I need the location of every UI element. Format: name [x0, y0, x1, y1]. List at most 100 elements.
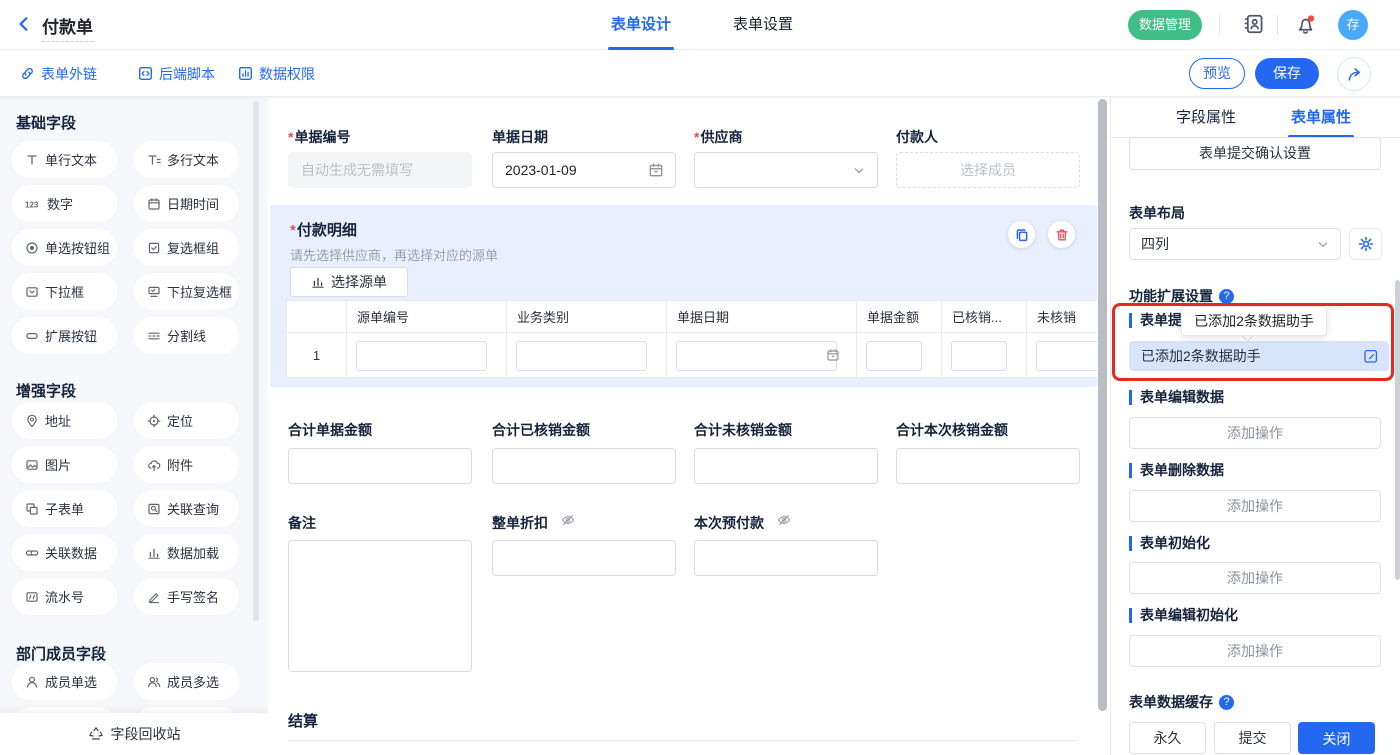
add-action-button-edit[interactable]: 添加操作 [1129, 417, 1381, 449]
doc-date-input[interactable] [492, 152, 676, 188]
field-type-member-multi[interactable]: 成员多选 [134, 663, 239, 700]
tab-form-properties[interactable]: 表单属性 [1266, 97, 1376, 138]
add-action-button-edit-init[interactable]: 添加操作 [1129, 635, 1381, 667]
eye-off-icon [561, 513, 575, 527]
back-icon[interactable] [16, 15, 32, 33]
field-type-geolocation[interactable]: 定位 [134, 402, 239, 439]
address-book-icon[interactable] [1243, 13, 1265, 35]
field-type-subform[interactable]: 子表单 [12, 490, 117, 527]
help-icon[interactable]: ? [1219, 695, 1234, 710]
not-written-off-input[interactable] [1036, 341, 1097, 371]
add-action-button-delete[interactable]: 添加操作 [1129, 490, 1381, 522]
field-type-data-load[interactable]: 数据加载 [134, 534, 239, 571]
checkbox-icon [147, 241, 161, 255]
edit-icon[interactable] [1363, 348, 1379, 364]
field-type-number[interactable]: 123数字 [12, 185, 117, 222]
tab-form-design[interactable]: 表单设计 [596, 0, 686, 50]
col-header-biz-type: 业务类别 [507, 301, 667, 332]
col-header-not-written-off: 未核销 [1027, 301, 1097, 332]
preview-button[interactable]: 预览 [1189, 58, 1245, 89]
sidebar-scrollbar[interactable] [253, 101, 259, 621]
doc-number-input[interactable] [288, 152, 472, 188]
data-assistant-row[interactable]: 已添加2条数据助手 [1129, 341, 1389, 371]
panel-scrollbar[interactable] [1395, 280, 1400, 580]
pill-label: 成员多选 [167, 672, 219, 691]
save-button[interactable]: 保存 [1255, 58, 1319, 89]
layout-settings-button[interactable] [1349, 228, 1382, 260]
source-no-input[interactable] [356, 341, 487, 371]
field-type-lookup[interactable]: 关联查询 [134, 490, 239, 527]
submit-confirm-settings-button[interactable]: 表单提交确认设置 [1129, 137, 1381, 170]
field-type-multi-line-text[interactable]: 多行文本 [134, 141, 239, 178]
form-data-cache-title: 表单数据缓存 ? [1129, 692, 1234, 712]
cell-not-written-off [1027, 333, 1097, 378]
total-doc-amount-label: 合计单据金额 [288, 420, 372, 440]
field-type-image[interactable]: 图片 [12, 446, 117, 483]
field-type-signature[interactable]: 手写签名 [134, 578, 239, 615]
chevron-down-icon [1317, 239, 1329, 251]
backend-script-item[interactable]: 后端脚本 [138, 50, 215, 97]
field-type-serial-number[interactable]: 流水号 [12, 578, 117, 615]
field-type-extend-button[interactable]: 扩展按钮 [12, 317, 117, 354]
share-button[interactable] [1337, 57, 1371, 91]
top-header: 付款单 表单设计 表单设置 数据管理 存 [0, 0, 1400, 50]
layout-select[interactable]: 四列 [1129, 228, 1341, 260]
bar-chart-icon [311, 275, 325, 289]
field-type-member-single[interactable]: 成员单选 [12, 663, 117, 700]
delete-row-button[interactable] [1048, 221, 1075, 248]
radio-icon [25, 241, 39, 255]
supplier-select[interactable] [694, 152, 878, 188]
total-not-written-off-input[interactable] [694, 448, 878, 484]
payer-member-picker[interactable] [896, 152, 1080, 188]
canvas-scrollbar[interactable] [1098, 99, 1107, 711]
tab-form-settings[interactable]: 表单设置 [718, 0, 808, 50]
biz-type-input[interactable] [516, 341, 647, 371]
copy-icon [1015, 228, 1029, 242]
help-icon[interactable]: ? [1219, 289, 1234, 304]
field-type-datetime[interactable]: 日期时间 [134, 185, 239, 222]
copy-row-button[interactable] [1008, 221, 1035, 248]
form-edit-init-label: 表单编辑初始化 [1129, 608, 1238, 623]
field-type-related-data[interactable]: 关联数据 [12, 534, 117, 571]
pill-label: 关联查询 [167, 499, 219, 518]
select-source-button[interactable]: 选择源单 [290, 267, 408, 297]
pill-label: 定位 [167, 411, 193, 430]
image-icon [25, 458, 39, 472]
cache-option-close[interactable]: 关闭 [1298, 722, 1375, 754]
label-text: 整单折扣 [492, 515, 548, 531]
tab-field-properties[interactable]: 字段属性 [1151, 97, 1261, 138]
doc-amount-input[interactable] [866, 341, 922, 371]
field-type-dropdown[interactable]: 下拉框 [12, 273, 117, 310]
field-type-multi-dropdown[interactable]: 下拉复选框 [134, 273, 239, 310]
field-type-checkbox-group[interactable]: 复选框组 [134, 229, 239, 266]
add-action-button-init[interactable]: 添加操作 [1129, 562, 1381, 594]
field-type-address[interactable]: 地址 [12, 402, 117, 439]
backend-script-label: 后端脚本 [159, 64, 215, 84]
field-type-attachment[interactable]: 附件 [134, 446, 239, 483]
remark-textarea[interactable] [288, 540, 472, 672]
field-type-radio-group[interactable]: 单选按钮组 [12, 229, 117, 266]
payment-detail-section[interactable]: *付款明细 请先选择供应商，再选择对应的源单 选择源单 源单编号 业务类别 单据… [270, 205, 1097, 387]
external-link-item[interactable]: 表单外链 [20, 50, 97, 97]
total-current-writeoff-input[interactable] [896, 448, 1080, 484]
pill-label: 单选按钮组 [45, 238, 110, 257]
data-permission-item[interactable]: 数据权限 [238, 50, 315, 97]
cache-option-permanent[interactable]: 永久 [1129, 722, 1206, 754]
total-doc-amount-input[interactable] [288, 448, 472, 484]
written-off-input[interactable] [951, 341, 1007, 371]
notification-bell-icon[interactable] [1295, 14, 1316, 35]
doc-date-cell-input[interactable] [676, 341, 837, 371]
field-type-divider[interactable]: 分割线 [134, 317, 239, 354]
avatar[interactable]: 存 [1338, 10, 1368, 40]
pill-label: 日期时间 [167, 194, 219, 213]
data-manage-button[interactable]: 数据管理 [1128, 10, 1202, 40]
pill-label: 流水号 [45, 587, 84, 606]
page-title[interactable]: 付款单 [42, 13, 93, 42]
field-type-single-line-text[interactable]: 单行文本 [12, 141, 117, 178]
cache-option-submit[interactable]: 提交 [1214, 722, 1291, 754]
discount-input[interactable] [492, 540, 676, 576]
total-written-off-input[interactable] [492, 448, 676, 484]
prepay-input[interactable] [694, 540, 878, 576]
field-recycle-bin[interactable]: 字段回收站 [0, 713, 268, 755]
form-edit-data-label: 表单编辑数据 [1129, 390, 1224, 405]
